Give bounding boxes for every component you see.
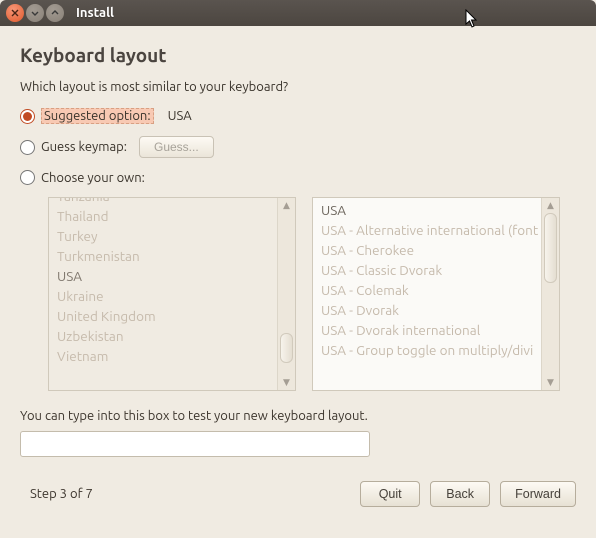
option-guess-label: Guess keymap:	[41, 140, 127, 154]
scroll-down-icon[interactable]: ▼	[547, 375, 554, 390]
scroll-thumb[interactable]	[544, 213, 557, 283]
forward-button[interactable]: Forward	[500, 481, 576, 507]
list-item[interactable]: Ukraine	[49, 286, 277, 306]
option-suggested[interactable]: Suggested option: USA	[20, 108, 576, 124]
variant-list[interactable]: USAUSA - Alternative international (font…	[312, 197, 560, 391]
option-suggested-value: USA	[168, 109, 192, 123]
footer: Step 3 of 7 Quit Back Forward	[20, 481, 576, 507]
list-item[interactable]: USA - Alternative international (font	[313, 220, 541, 240]
window-maximize-button[interactable]	[46, 4, 64, 22]
country-list-scrollbar[interactable]: ▲ ▼	[277, 198, 295, 390]
window-title: Install	[76, 6, 114, 20]
scroll-down-icon[interactable]: ▼	[283, 375, 290, 390]
list-item[interactable]: USA - Colemak	[313, 280, 541, 300]
quit-button[interactable]: Quit	[360, 481, 420, 507]
radio-guess[interactable]	[20, 140, 35, 155]
country-list[interactable]: TanzaniaThailandTurkeyTurkmenistanUSAUkr…	[48, 197, 296, 391]
radio-suggested[interactable]	[20, 109, 35, 124]
layout-lists: TanzaniaThailandTurkeyTurkmenistanUSAUkr…	[48, 197, 576, 391]
list-item[interactable]: Tanzania	[49, 198, 277, 206]
list-item[interactable]: Vietnam	[49, 346, 277, 366]
step-indicator: Step 3 of 7	[30, 487, 93, 501]
list-item[interactable]: USA - Group toggle on multiply/divi	[313, 340, 541, 360]
page-title: Keyboard layout	[20, 44, 576, 66]
window-minimize-button[interactable]	[26, 4, 44, 22]
list-item[interactable]: Thailand	[49, 206, 277, 226]
scroll-up-icon[interactable]: ▲	[283, 198, 290, 213]
test-input[interactable]	[20, 431, 370, 457]
back-button[interactable]: Back	[430, 481, 490, 507]
list-item[interactable]: Turkmenistan	[49, 246, 277, 266]
list-item[interactable]: USA - Cherokee	[313, 240, 541, 260]
option-guess[interactable]: Guess keymap: Guess...	[20, 136, 576, 158]
window-close-button[interactable]	[6, 4, 24, 22]
page-prompt: Which layout is most similar to your key…	[20, 80, 576, 94]
list-item[interactable]: USA	[313, 200, 541, 220]
option-choose-label: Choose your own:	[41, 171, 145, 185]
guess-button[interactable]: Guess...	[139, 136, 214, 158]
list-item[interactable]: USA - Dvorak	[313, 300, 541, 320]
titlebar: Install	[0, 0, 596, 26]
list-item[interactable]: Turkey	[49, 226, 277, 246]
list-item[interactable]: USA - Classic Dvorak	[313, 260, 541, 280]
content-area: Keyboard layout Which layout is most sim…	[0, 26, 596, 521]
list-item[interactable]: USA - Dvorak international	[313, 320, 541, 340]
list-item[interactable]: United Kingdom	[49, 306, 277, 326]
variant-list-scrollbar[interactable]: ▲ ▼	[541, 198, 559, 390]
test-hint: You can type into this box to test your …	[20, 409, 576, 423]
list-item[interactable]: Uzbekistan	[49, 326, 277, 346]
scroll-thumb[interactable]	[280, 333, 293, 363]
option-choose[interactable]: Choose your own:	[20, 170, 576, 185]
list-item[interactable]: USA	[49, 266, 277, 286]
option-suggested-label: Suggested option:	[41, 108, 154, 124]
scroll-up-icon[interactable]: ▲	[547, 198, 554, 213]
radio-choose[interactable]	[20, 170, 35, 185]
